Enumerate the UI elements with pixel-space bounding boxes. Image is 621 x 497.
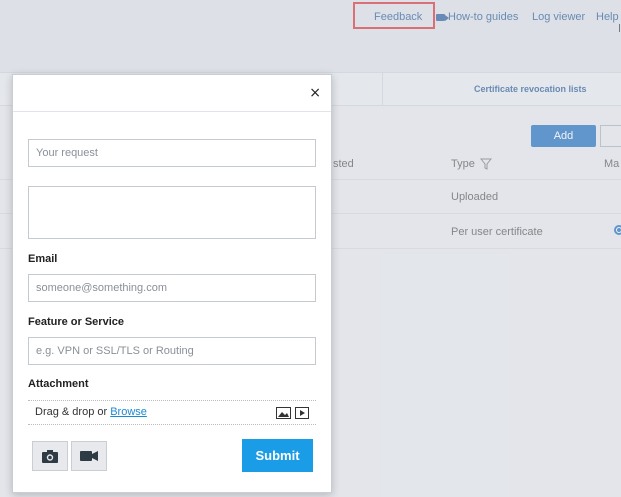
close-icon[interactable]: × [309,85,321,101]
drag-drop-text: Drag & drop or [35,406,111,418]
request-details-textarea[interactable] [28,186,316,239]
email-label: Email [28,253,58,265]
request-subject-input[interactable] [28,139,316,167]
screen-record-button[interactable] [71,441,107,471]
submit-button[interactable]: Submit [242,439,313,472]
screenshot-button[interactable] [32,441,68,471]
image-icon [276,407,291,419]
feature-label: Feature or Service [28,316,124,328]
modal-header: × [13,75,331,112]
feedback-modal: × Email Feature or Service Attachment Dr… [12,74,332,493]
camera-icon [42,449,58,463]
attachment-label: Attachment [28,378,89,390]
feature-service-input[interactable] [28,337,316,365]
browse-link[interactable]: Browse [110,406,147,418]
email-field[interactable] [28,274,316,302]
attachment-dropzone[interactable]: Drag & drop or Browse [28,400,316,425]
video-play-icon [295,407,309,419]
video-camera-icon [80,451,98,461]
